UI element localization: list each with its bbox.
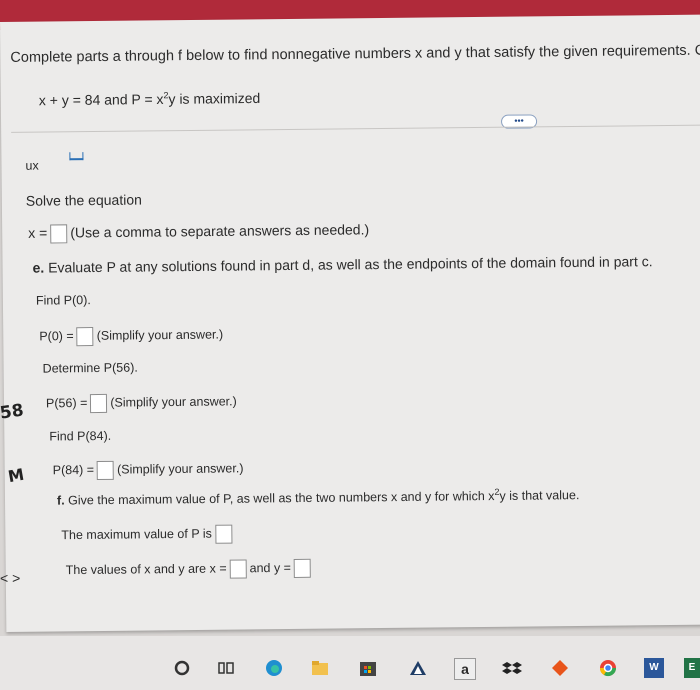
max-row: The maximum value of P is	[61, 524, 235, 546]
p0-hint: (Simplify your answer.)	[96, 327, 224, 343]
chrome-icon[interactable]	[598, 658, 618, 678]
amazon-icon[interactable]: a	[454, 658, 476, 680]
conditions-main: x + y = 84 and P = x	[38, 90, 164, 109]
part-e-title: e. Evaluate P at any solutions found in …	[32, 253, 652, 275]
taskbar	[0, 636, 700, 690]
handwritten-mark-1: 58	[0, 400, 25, 424]
p84-answer-box[interactable]	[96, 460, 115, 481]
file-explorer-icon[interactable]	[310, 658, 330, 678]
solve-label: Solve the equation	[25, 191, 142, 209]
diamond-shape	[552, 660, 568, 676]
p56-label: P(56) =	[45, 395, 88, 411]
x-hint: (Use a comma to separate answers as need…	[70, 221, 370, 241]
part-e-text: Evaluate P at any solutions found in par…	[48, 253, 653, 276]
conditions-text: x + y = 84 and P = x2y is maximized	[39, 89, 261, 108]
question-page: Complete parts a through f below to find…	[0, 14, 700, 632]
x-answer-box[interactable]	[50, 224, 68, 244]
file-explorer-shape	[312, 661, 328, 675]
word-icon[interactable]: W	[644, 658, 664, 678]
find-p84: Find P(84).	[49, 428, 112, 444]
instruction-main: Complete parts a through f below to find…	[10, 42, 691, 66]
instruction-tail: G	[694, 42, 700, 59]
p56-row: P(56) = (Simplify your answer.)	[46, 393, 237, 414]
max-answer-box[interactable]	[214, 524, 233, 544]
p56-answer-box[interactable]	[90, 393, 108, 414]
circle-icon[interactable]	[172, 658, 192, 678]
y-value-box[interactable]	[293, 558, 312, 578]
max-label: The maximum value of P is	[61, 526, 212, 543]
x-answer-row: x = (Use a comma to separate answers as n…	[28, 221, 369, 244]
partial-text: ux	[25, 158, 39, 173]
part-f-title: f. Give the maximum value of P, as well …	[57, 486, 580, 508]
part-f-end: y is that value.	[499, 488, 580, 503]
p84-label: P(84) =	[52, 462, 95, 478]
excel-icon[interactable]: E	[684, 658, 700, 678]
p0-label: P(0) =	[39, 329, 74, 344]
dropbox-shape	[502, 662, 522, 674]
chrome-shape	[599, 660, 617, 677]
edge-shape	[266, 660, 282, 676]
xy-label: The values of x and y are x =	[65, 561, 227, 578]
part-f-text: Give the maximum value of P, as well as …	[68, 489, 495, 508]
part-f-prefix: f.	[56, 493, 65, 508]
edge-icon[interactable]	[264, 658, 284, 678]
store-shape	[360, 662, 376, 676]
task-view-icon[interactable]	[216, 658, 236, 678]
p84-row: P(84) = (Simplify your answer.)	[52, 459, 244, 481]
and-y-label: and y =	[249, 560, 292, 576]
section-divider	[11, 124, 700, 133]
handwritten-mark-2: M	[6, 464, 26, 487]
dropbox-icon[interactable]	[502, 658, 522, 678]
nav-arrow[interactable]: < >	[0, 570, 20, 586]
p0-row: P(0) = (Simplify your answer.)	[39, 326, 223, 347]
find-p0: Find P(0).	[35, 293, 91, 308]
conditions-end: y is maximized	[168, 89, 261, 107]
circle-icon-shape	[174, 660, 190, 676]
diamond-icon[interactable]	[550, 658, 570, 678]
part-e-prefix: e.	[32, 259, 45, 276]
instruction-text: Complete parts a through f below to find…	[10, 43, 700, 66]
xy-row: The values of x and y are x = and y =	[65, 558, 314, 581]
determine-p56: Determine P(56).	[42, 360, 138, 376]
p0-answer-box[interactable]	[76, 327, 94, 347]
p56-hint: (Simplify your answer.)	[110, 394, 237, 410]
collapse-marker[interactable]	[69, 152, 84, 161]
task-view-shape	[218, 662, 234, 674]
x-value-box[interactable]	[229, 559, 247, 579]
x-label: x =	[28, 224, 48, 241]
vpn-shape	[410, 661, 426, 675]
store-icon[interactable]	[358, 658, 378, 678]
p84-hint: (Simplify your answer.)	[116, 461, 244, 477]
vpn-icon[interactable]	[408, 658, 428, 678]
